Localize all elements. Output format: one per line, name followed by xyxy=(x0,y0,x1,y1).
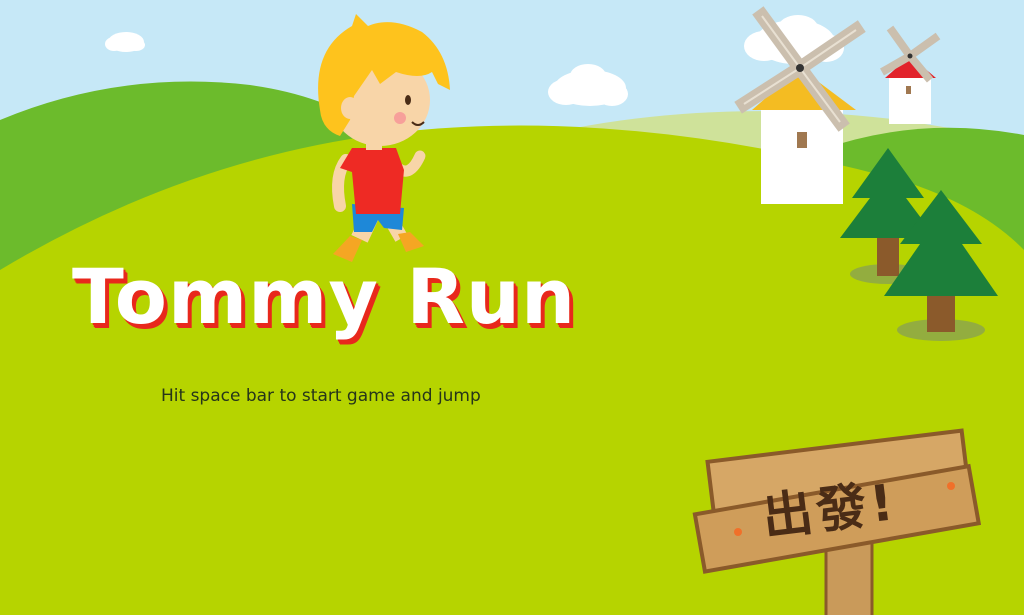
start-instruction: Hit space bar to start game and jump xyxy=(161,386,481,406)
game-title: Tommy Run xyxy=(72,252,577,341)
